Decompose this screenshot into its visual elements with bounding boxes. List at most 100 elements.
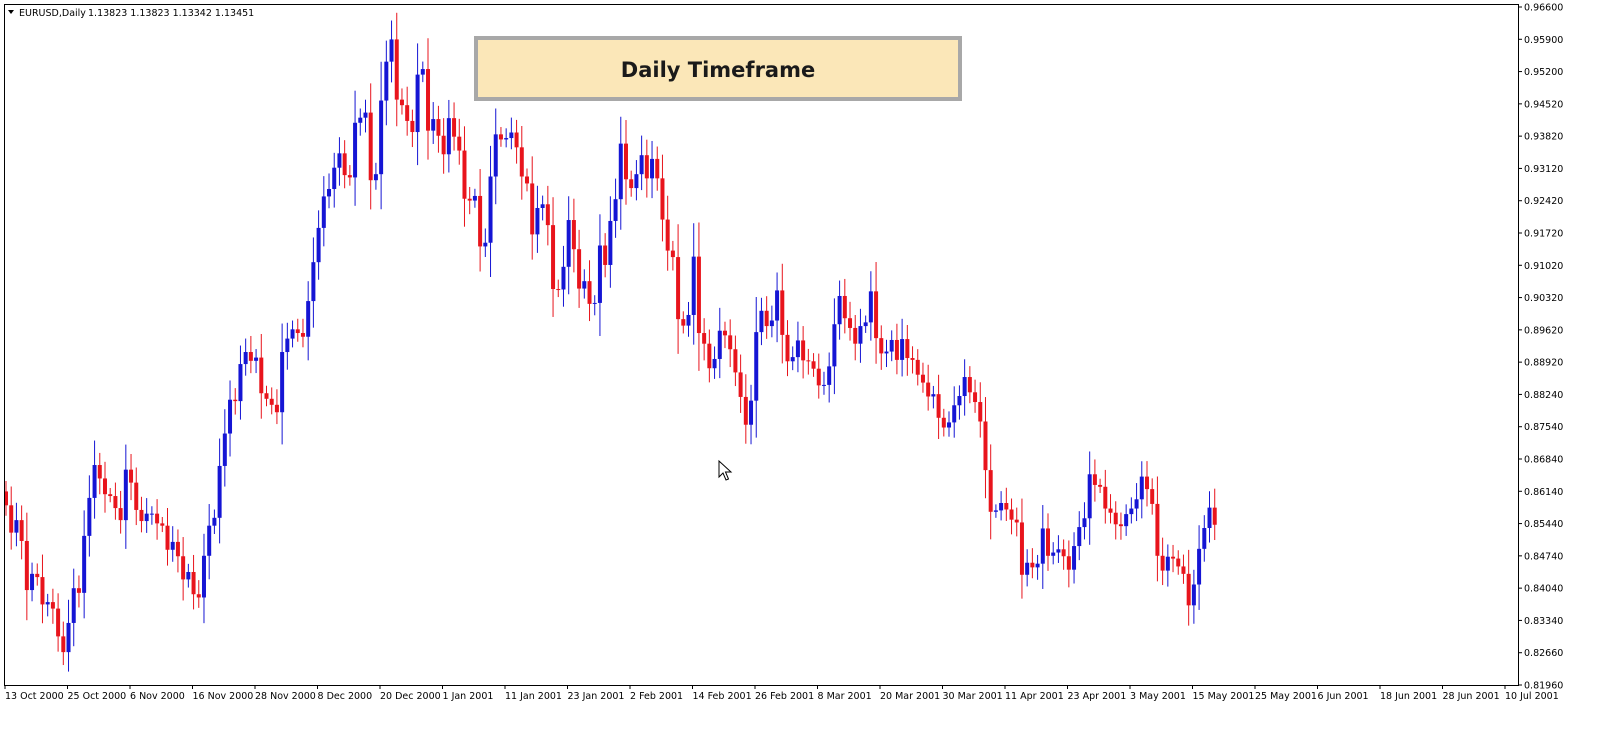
candle-body [337, 153, 342, 168]
candle-body [488, 176, 493, 243]
x-tick-label: 23 Apr 2001 [1068, 691, 1127, 702]
price-chart[interactable]: Daily Timeframe 0.96600 0.95900 0.95200 0.9… [0, 0, 1607, 728]
candle-body [780, 290, 785, 335]
candle-body [941, 417, 946, 428]
x-tick-label: 8 Dec 2000 [318, 691, 373, 702]
chart-canvas[interactable]: Daily Timeframe 0.96600 0.95900 0.95200 0.9… [0, 0, 1607, 728]
candle-body [311, 262, 316, 302]
candle-body [295, 329, 300, 334]
candle-body [587, 281, 592, 304]
candle-body [24, 540, 29, 591]
y-tick-label: 0.91020 [1524, 261, 1563, 272]
symbol-label: EURUSD,Daily [19, 8, 86, 19]
x-tick-label: 14 Feb 2001 [693, 691, 752, 702]
candle-body [509, 132, 514, 139]
candle-body [738, 372, 743, 397]
y-tick-label: 0.82660 [1524, 648, 1563, 659]
candle-body [665, 219, 670, 251]
candle-body [248, 352, 253, 361]
x-tick-label: 18 Jun 2001 [1380, 691, 1437, 702]
candle-body [66, 622, 71, 653]
x-tick-label: 20 Mar 2001 [880, 691, 940, 702]
candle-body [144, 513, 149, 522]
candle-body [457, 136, 462, 151]
candle-body [1113, 512, 1118, 525]
candle-body [655, 158, 660, 179]
candle-body [905, 339, 910, 359]
candle-body [1004, 502, 1009, 510]
candle-body [1098, 484, 1103, 487]
candle-body [358, 117, 363, 123]
candle-body [571, 220, 576, 250]
candle-body [40, 577, 45, 605]
candle-body [900, 339, 905, 360]
y-tick-label: 0.91720 [1524, 229, 1563, 240]
candle-body [160, 523, 165, 526]
candle-body [290, 329, 295, 339]
candle-body [811, 361, 816, 369]
candle-body [478, 195, 483, 247]
candle-body [274, 404, 279, 413]
candle-body [988, 470, 993, 512]
candle-body [1176, 558, 1181, 567]
candle-body [238, 364, 243, 402]
candle-body [30, 573, 35, 591]
candle-body [618, 143, 623, 200]
candle-body [848, 318, 853, 328]
candle-body [399, 99, 404, 106]
candle-body [82, 535, 87, 593]
candle-body [785, 334, 790, 362]
candle-body [1019, 522, 1024, 575]
candle-body [1118, 524, 1123, 527]
candle-body [514, 132, 519, 148]
candle-body [545, 204, 550, 226]
candle-body [686, 314, 691, 326]
y-tick-label: 0.86840 [1524, 455, 1563, 466]
y-tick-label: 0.86140 [1524, 487, 1563, 498]
candle-body [441, 135, 446, 155]
x-tick-label: 28 Nov 2000 [255, 691, 316, 702]
candle-body [1056, 549, 1061, 553]
candle-body [769, 320, 774, 327]
candle-body [832, 324, 837, 367]
candle-body [363, 112, 368, 118]
x-tick-label: 10 Jul 2001 [1505, 691, 1559, 702]
y-tick-label: 0.92420 [1524, 196, 1563, 207]
candle-body [676, 257, 681, 320]
candle-body [264, 393, 269, 399]
candle-body [233, 399, 238, 402]
candle-body [1046, 528, 1050, 556]
candle-body [50, 602, 55, 609]
candle-body [894, 339, 899, 360]
candle-body [634, 174, 639, 189]
candle-body [123, 469, 128, 521]
candle-body [702, 333, 707, 344]
timeframe-banner: Daily Timeframe [474, 36, 962, 101]
candle-body [61, 636, 66, 653]
candle-body [1134, 499, 1139, 509]
candle-body [97, 465, 102, 479]
candle-body [113, 496, 118, 509]
candle-body [1108, 508, 1113, 513]
candle-body [691, 256, 696, 315]
y-tick-label: 0.85440 [1524, 519, 1563, 530]
candle-body [1124, 514, 1129, 527]
y-tick-label: 0.96600 [1524, 3, 1563, 14]
candle-body [983, 421, 988, 471]
candle-body [71, 588, 76, 623]
candle-body [483, 242, 488, 247]
y-tick-label: 0.81960 [1524, 681, 1563, 692]
candle-body [14, 520, 19, 533]
candle-body [1212, 507, 1217, 525]
candle-body [743, 396, 748, 425]
x-tick-label: 26 Feb 2001 [755, 691, 814, 702]
candle-body [681, 319, 686, 326]
candle-body [186, 572, 191, 580]
candle-body [931, 394, 936, 397]
candle-body [472, 195, 477, 201]
candle-body [306, 301, 311, 337]
candle-body [566, 220, 571, 267]
candle-body [712, 358, 717, 369]
candle-body [379, 100, 384, 175]
candle-body [373, 174, 378, 181]
